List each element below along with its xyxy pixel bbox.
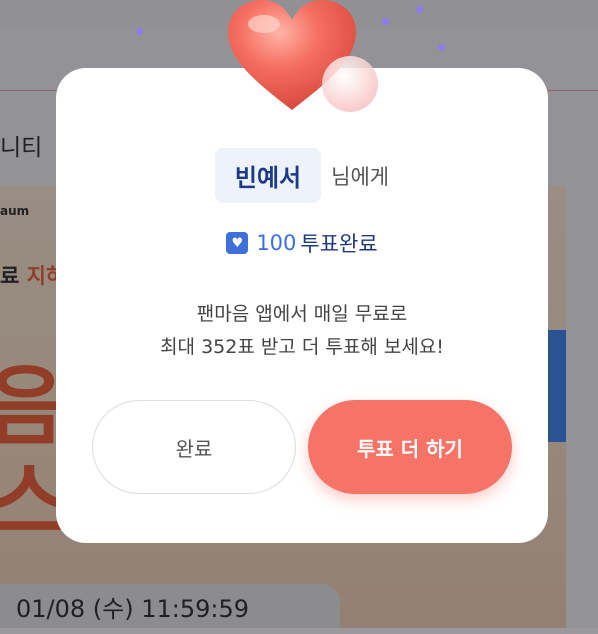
heart-icon [228, 0, 378, 112]
sparkle-icon [416, 6, 423, 13]
vote-count: 100 [256, 231, 297, 255]
promo-message: 팬마음 앱에서 매일 무료로 최대 352표 받고 더 투표해 보세요! [56, 298, 548, 364]
sparkle-icon [136, 28, 143, 35]
promo-message-line1: 팬마음 앱에서 매일 무료로 [196, 303, 408, 325]
vote-heart-icon: ♥ [226, 232, 249, 254]
recipient-name: 빈예서 [214, 148, 322, 203]
vote-status: 투표완료 [300, 232, 378, 256]
sparkle-icon [438, 44, 445, 51]
recipient-row: 빈예서 님에게 [56, 148, 548, 203]
vote-more-button[interactable]: 투표 더 하기 [308, 400, 512, 494]
recipient-suffix: 님에게 [331, 164, 390, 189]
vote-complete-dialog: 빈예서 님에게 ♥ 100 투표완료 팬마음 앱에서 매일 무료로 최대 352… [56, 68, 548, 543]
vote-result-row: ♥ 100 투표완료 [56, 228, 548, 258]
done-button[interactable]: 완료 [92, 400, 296, 494]
promo-message-line2: 최대 352표 받고 더 투표해 보세요! [160, 336, 444, 358]
